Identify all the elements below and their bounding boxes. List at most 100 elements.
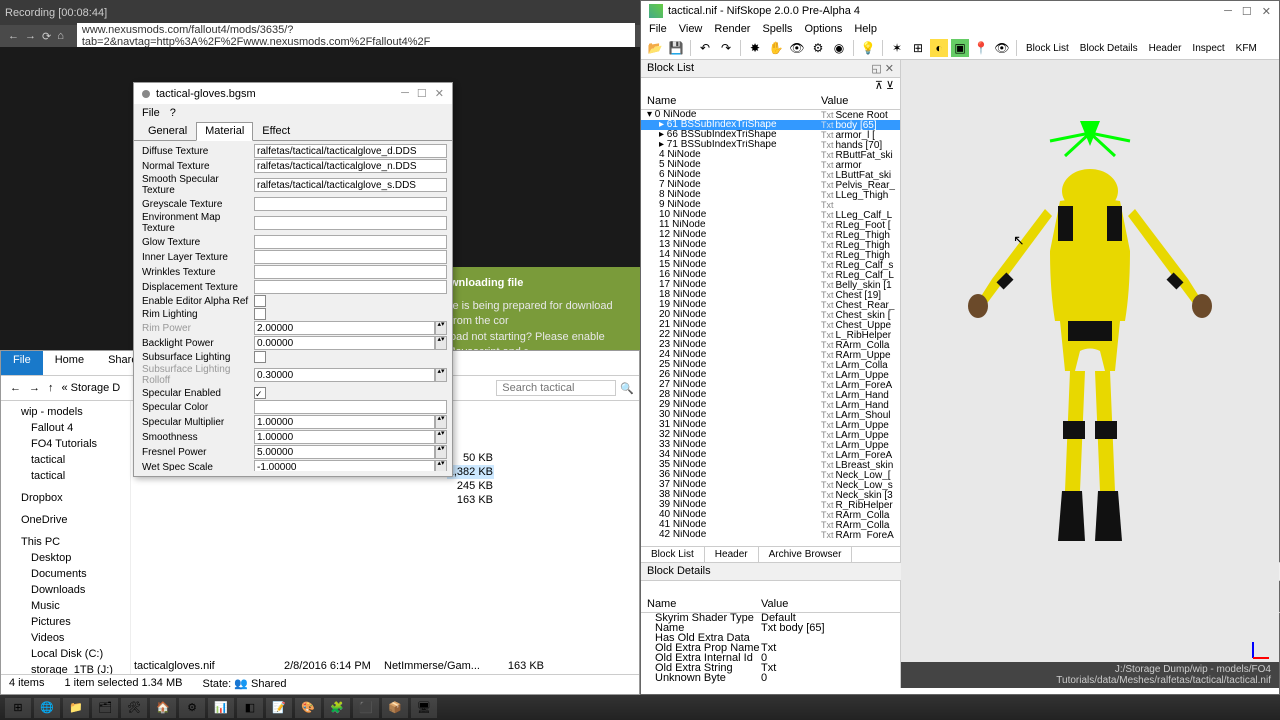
forward-button[interactable]: → xyxy=(25,382,44,394)
glow-input[interactable] xyxy=(254,235,447,249)
save-icon[interactable]: 💾 xyxy=(667,39,685,57)
search-icon[interactable]: 🔍 xyxy=(620,382,634,395)
block-row[interactable]: 22 NiNodeTxtL_RibHelper xyxy=(641,330,900,340)
taskbar-app[interactable]: 📁 xyxy=(63,698,89,718)
tb-blockdetails[interactable]: Block Details xyxy=(1076,43,1142,54)
tree-item[interactable]: Music xyxy=(1,598,130,614)
taskbar-app[interactable]: 🧩 xyxy=(324,698,350,718)
block-row[interactable]: 25 NiNodeTxtLArm_Colla xyxy=(641,360,900,370)
block-row[interactable]: ▾ 0 NiNodeTxtScene Root xyxy=(641,110,900,120)
spinner[interactable]: ▴▾ xyxy=(435,445,447,459)
col-value[interactable]: Value xyxy=(821,95,900,107)
address-bar[interactable]: www.nexusmods.com/fallout4/mods/3635/?ta… xyxy=(77,23,635,49)
taskbar-app[interactable]: 🛠 xyxy=(121,698,147,718)
menu-help[interactable]: ? xyxy=(170,107,176,119)
specular-checkbox[interactable] xyxy=(254,387,266,399)
subsurface-rolloff-input[interactable] xyxy=(254,368,435,382)
block-row[interactable]: ▸ 71 BSSubIndexTriShapeTxthands [70] xyxy=(641,140,900,150)
backlight-input[interactable] xyxy=(254,336,435,350)
tb-inspect[interactable]: Inspect xyxy=(1188,43,1228,54)
specular-mult-input[interactable] xyxy=(254,415,435,429)
block-row[interactable]: 16 NiNodeTxtRLeg_Calf_L xyxy=(641,270,900,280)
search-input[interactable] xyxy=(496,380,616,396)
spinner[interactable]: ▴▾ xyxy=(435,415,447,429)
fresnel-input[interactable] xyxy=(254,445,435,459)
redo-icon[interactable]: ↷ xyxy=(717,39,735,57)
titlebar[interactable]: tactical.nif - NifSkope 2.0.0 Pre-Alpha … xyxy=(641,1,1279,21)
minimize-icon[interactable]: ─ xyxy=(401,87,409,100)
tool-icon[interactable]: ⚙ xyxy=(809,39,827,57)
tb-header[interactable]: Header xyxy=(1145,43,1186,54)
tab-material[interactable]: Material xyxy=(196,122,253,141)
wrinkle-input[interactable] xyxy=(254,265,447,279)
block-row[interactable]: 4 NiNodeTxtRButtFat_ski xyxy=(641,150,900,160)
taskbar-app[interactable]: ⬛ xyxy=(353,698,379,718)
specular-color-input[interactable] xyxy=(254,400,447,414)
expand-icon[interactable]: ⊻ xyxy=(886,80,894,92)
block-row[interactable]: 31 NiNodeTxtLArm_Uppe xyxy=(641,420,900,430)
block-row[interactable]: ▸ 61 BSSubIndexTriShapeTxtbody [65] xyxy=(641,120,900,130)
block-row[interactable]: 41 NiNodeTxtRArm_Colla xyxy=(641,520,900,530)
collapse-icon[interactable]: ⊼ xyxy=(875,80,883,92)
tab-blocklist[interactable]: Block List xyxy=(641,547,705,562)
block-row[interactable]: 21 NiNodeTxtChest_Uppe xyxy=(641,320,900,330)
taskbar-app[interactable]: ◧ xyxy=(237,698,263,718)
menu-file[interactable]: File xyxy=(649,23,667,35)
spinner[interactable]: ▴▾ xyxy=(435,368,447,382)
block-row[interactable]: 29 NiNodeTxtLArm_Hand xyxy=(641,400,900,410)
rim-checkbox[interactable] xyxy=(254,308,266,320)
block-row[interactable]: 42 NiNodeTxtRArm_ForeA xyxy=(641,530,900,538)
menu-render[interactable]: Render xyxy=(714,23,750,35)
block-row[interactable]: 9 NiNodeTxt xyxy=(641,200,900,210)
smooth-input[interactable] xyxy=(254,178,447,192)
tool-icon[interactable]: ▣ xyxy=(951,39,969,57)
block-row[interactable]: 27 NiNodeTxtLArm_ForeA xyxy=(641,380,900,390)
block-row[interactable]: 36 NiNodeTxtNeck_Low_[ xyxy=(641,470,900,480)
subsurface-checkbox[interactable] xyxy=(254,351,266,363)
taskbar-app[interactable]: 🌐 xyxy=(34,698,60,718)
block-row[interactable]: 14 NiNodeTxtRLeg_Thigh xyxy=(641,250,900,260)
tree-item[interactable]: FO4 Tutorials xyxy=(1,436,130,452)
tab-effect[interactable]: Effect xyxy=(253,122,299,140)
taskbar-app[interactable]: ⚙ xyxy=(179,698,205,718)
taskbar-app[interactable]: 📝 xyxy=(266,698,292,718)
home-icon[interactable]: ⌂ xyxy=(57,30,64,42)
3d-viewport[interactable]: ↖ J:/Storage Dump/wip - models/FO4 Tutor… xyxy=(901,60,1279,688)
block-row[interactable]: 10 NiNodeTxtLLeg_Calf_L xyxy=(641,210,900,220)
close-icon[interactable]: ✕ xyxy=(885,62,894,75)
block-row[interactable]: 35 NiNodeTxtLBreast_skin xyxy=(641,460,900,470)
back-icon[interactable]: ← xyxy=(8,30,19,42)
folder-tree[interactable]: wip - models Fallout 4 FO4 Tutorials tac… xyxy=(1,401,131,674)
tree-item[interactable]: Desktop xyxy=(1,550,130,566)
tool-icon[interactable]: ◐ xyxy=(930,39,948,57)
envmap-input[interactable] xyxy=(254,216,447,230)
tree-item[interactable]: OneDrive xyxy=(1,512,130,528)
taskbar-app[interactable]: 📦 xyxy=(382,698,408,718)
block-row[interactable]: 26 NiNodeTxtLArm_Uppe xyxy=(641,370,900,380)
undock-icon[interactable]: ◱ xyxy=(871,62,881,75)
spinner[interactable]: ▴▾ xyxy=(435,460,447,471)
tab-header[interactable]: Header xyxy=(705,547,759,562)
menu-options[interactable]: Options xyxy=(804,23,842,35)
col-name[interactable]: Name xyxy=(641,95,821,107)
eye-icon[interactable]: 👁 xyxy=(993,39,1011,57)
tree-item[interactable]: Downloads xyxy=(1,582,130,598)
grid-icon[interactable]: ⊞ xyxy=(909,39,927,57)
inner-input[interactable] xyxy=(254,250,447,264)
close-icon[interactable]: ✕ xyxy=(1262,5,1271,18)
tool-icon[interactable]: ✸ xyxy=(746,39,764,57)
tree-item[interactable]: tactical xyxy=(1,452,130,468)
marker-icon[interactable]: 📍 xyxy=(972,39,990,57)
tree-item[interactable]: wip - models xyxy=(1,404,130,420)
tool-icon[interactable]: ✋ xyxy=(767,39,785,57)
axis-icon[interactable]: ✶ xyxy=(888,39,906,57)
disp-input[interactable] xyxy=(254,280,447,294)
taskbar-app[interactable]: 🎨 xyxy=(295,698,321,718)
tb-blocklist[interactable]: Block List xyxy=(1022,43,1073,54)
taskbar[interactable]: ⊞ 🌐 📁 🗂 🛠 🏠 ⚙ 📊 ◧ 📝 🎨 🧩 ⬛ 📦 🖥 xyxy=(0,695,1280,720)
block-row[interactable]: 33 NiNodeTxtLArm_Uppe xyxy=(641,440,900,450)
spinner[interactable]: ▴▾ xyxy=(435,430,447,444)
diffuse-input[interactable] xyxy=(254,144,447,158)
menu-help[interactable]: Help xyxy=(854,23,877,35)
spinner[interactable]: ▴▾ xyxy=(435,336,447,350)
